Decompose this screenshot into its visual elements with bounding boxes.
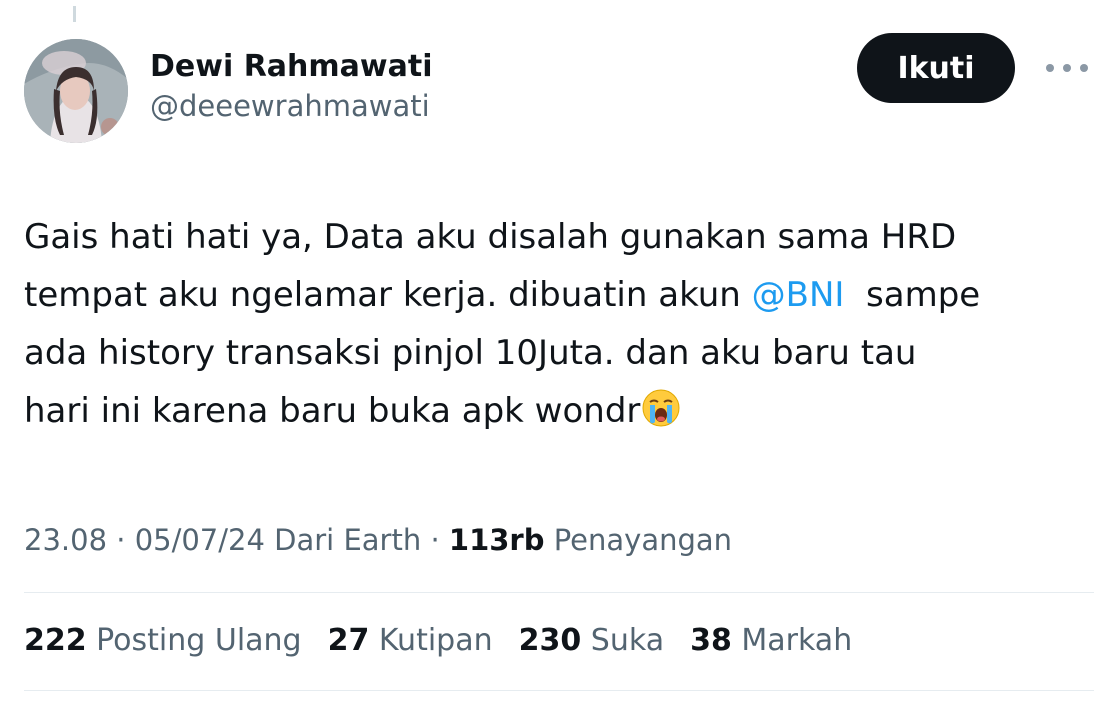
- reposts-label: Posting Ulang: [86, 623, 302, 658]
- more-horizontal-icon: [1046, 64, 1088, 72]
- author-info[interactable]: Dewi Rahmawati @deeewrahmawati: [150, 48, 432, 126]
- quotes-stat[interactable]: 27 Kutipan: [328, 619, 493, 663]
- bookmarks-stat[interactable]: 38 Markah: [690, 619, 852, 663]
- reposts-stat[interactable]: 222 Posting Ulang: [24, 619, 302, 663]
- tweet-text-line: Gais hati hati ya, Data aku disalah guna…: [24, 217, 957, 257]
- separator-dot: ·: [421, 523, 449, 557]
- engagement-stats: 222 Posting Ulang 27 Kutipan 230 Suka 38…: [24, 619, 878, 663]
- tweet-text-segment: hari ini karena baru buka apk wondr: [24, 391, 641, 431]
- likes-count: 230: [518, 623, 582, 658]
- author-handle[interactable]: @deeewrahmawati: [150, 86, 432, 126]
- reposts-count: 222: [24, 623, 87, 658]
- tweet-source: Dari Earth: [264, 523, 422, 557]
- tweet-text-segment: sampe: [844, 275, 981, 315]
- separator-dot: ·: [107, 523, 135, 557]
- quotes-count: 27: [327, 623, 370, 658]
- likes-stat[interactable]: 230 Suka: [519, 619, 664, 663]
- tweet-metadata: 23.08 · 05/07/24 Dari Earth · 113rb Pena…: [24, 518, 732, 562]
- thread-connector-line: [73, 6, 76, 22]
- author-display-name[interactable]: Dewi Rahmawati: [150, 48, 432, 86]
- mention-link-bni[interactable]: @BNI: [752, 275, 845, 315]
- tweet-text-segment: tempat aku ngelamar kerja. dibuatin akun: [24, 275, 752, 315]
- more-options-button[interactable]: [1042, 54, 1092, 82]
- tweet-text-line: tempat aku ngelamar kerja. dibuatin akun…: [24, 266, 1109, 324]
- tweet-body: Gais hati hati ya, Data aku disalah guna…: [24, 208, 1109, 446]
- tweet-date[interactable]: 05/07/24: [135, 523, 265, 557]
- views-label: Penayangan: [544, 523, 733, 557]
- divider: [24, 592, 1094, 593]
- bookmarks-count: 38: [690, 623, 732, 658]
- tweet-time[interactable]: 23.08: [24, 523, 107, 557]
- views-count: 113rb: [448, 523, 545, 557]
- follow-button[interactable]: Ikuti: [857, 33, 1015, 103]
- bookmarks-label: Markah: [731, 623, 853, 658]
- divider: [24, 690, 1094, 691]
- profile-photo: [24, 39, 128, 143]
- likes-label: Suka: [581, 623, 665, 658]
- avatar[interactable]: [24, 39, 128, 143]
- quotes-label: Kutipan: [369, 623, 493, 658]
- loudly-crying-face-icon: [641, 388, 681, 446]
- tweet-text-line: hari ini karena baru buka apk wondr: [24, 382, 1109, 446]
- tweet-text-line: ada history transaksi pinjol 10Juta. dan…: [24, 333, 917, 373]
